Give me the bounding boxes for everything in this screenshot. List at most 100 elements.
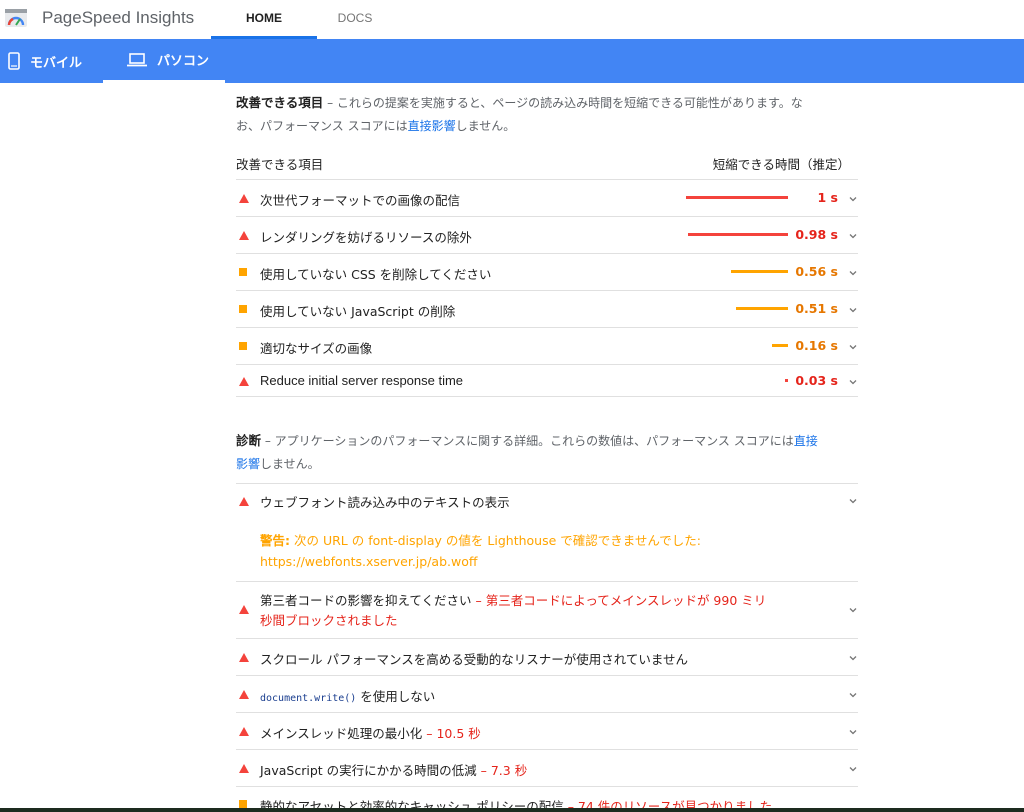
opportunity-label: Reduce initial server response time	[260, 373, 464, 388]
fail-triangle-icon	[239, 605, 249, 614]
savings-bar	[686, 196, 788, 199]
nav-tab-docs[interactable]: DOCS	[302, 0, 408, 39]
fail-triangle-icon	[239, 231, 249, 240]
opportunity-row[interactable]: レンダリングを妨げるリソースの除外 0.98 s	[236, 217, 858, 254]
diagnostic-value: – 第三者コードによってメインスレッドが 990 ミリ	[471, 593, 767, 608]
fail-triangle-icon	[239, 764, 249, 773]
fail-triangle-icon	[239, 194, 249, 203]
opportunities-column-header: 改善できる項目 短縮できる時間（推定）	[236, 145, 858, 180]
smartphone-icon	[8, 52, 20, 70]
direct-link[interactable]: 直接	[794, 434, 818, 448]
fail-triangle-icon	[239, 727, 249, 736]
impact-link[interactable]: 影響	[236, 457, 260, 471]
diagnostic-row[interactable]: ウェブフォント読み込み中のテキストの表示 警告: 次の URL の font-d…	[236, 483, 858, 582]
opportunity-row[interactable]: 適切なサイズの画像 0.16 s	[236, 328, 858, 365]
chevron-down-icon[interactable]	[848, 605, 858, 615]
diagnostic-value: – 7.3 秒	[476, 763, 528, 778]
diagnostic-value-line2: 秒間ブロックされました	[260, 613, 398, 628]
warning-text: 次の URL の font-display の値を Lighthouse で確認…	[290, 533, 701, 548]
diagnostics-desc: – アプリケーションのパフォーマンスに関する詳細。これらの数値は、パフォーマンス…	[261, 434, 794, 448]
opportunities-header: 改善できる項目 – これらの提案を実施すると、ページの読み込み時間を短縮できる可…	[236, 91, 858, 138]
chevron-down-icon[interactable]	[848, 690, 858, 700]
chevron-down-icon[interactable]	[848, 764, 858, 774]
pagespeed-logo-icon[interactable]	[4, 6, 28, 30]
diagnostic-label: スクロール パフォーマンスを高める受動的なリスナーが使用されていません	[260, 652, 688, 667]
laptop-icon	[127, 52, 147, 66]
diagnostic-row[interactable]: メインスレッド処理の最小化 – 10.5 秒	[236, 713, 858, 750]
chevron-down-icon[interactable]	[848, 727, 858, 737]
chevron-down-icon[interactable]	[848, 377, 858, 387]
bottom-edge	[0, 808, 1024, 812]
chevron-down-icon[interactable]	[848, 194, 858, 204]
savings-bar	[731, 270, 788, 273]
average-square-icon	[239, 800, 247, 808]
diagnostics-desc-suffix: しません。	[260, 457, 320, 471]
diagnostic-row[interactable]: JavaScript の実行にかかる時間の低減 – 7.3 秒	[236, 750, 858, 787]
diagnostic-label-group: JavaScript の実行にかかる時間の低減 – 7.3 秒	[260, 760, 527, 779]
savings-bar	[736, 307, 788, 310]
diagnostic-label: 第三者コードの影響を抑えてください	[260, 593, 472, 608]
warning-label: 警告:	[260, 533, 290, 548]
top-header: PageSpeed Insights HOME DOCS	[0, 0, 1024, 39]
opportunity-row[interactable]: 使用していない JavaScript の削除 0.51 s	[236, 291, 858, 328]
chevron-down-icon[interactable]	[848, 496, 858, 506]
warning-url[interactable]: https://webfonts.xserver.jp/ab.woff	[260, 554, 477, 569]
diagnostic-row[interactable]: document.write() を使用しない	[236, 676, 858, 713]
fail-triangle-icon	[239, 497, 249, 506]
savings-bar	[772, 344, 788, 347]
chevron-down-icon[interactable]	[848, 653, 858, 663]
fail-triangle-icon	[239, 377, 249, 386]
opportunity-label: レンダリングを妨げるリソースの除外	[260, 230, 472, 245]
diagnostics-title: 診断	[236, 433, 262, 448]
savings-bar	[688, 233, 788, 236]
savings-value: 0.56 s	[795, 264, 838, 279]
column-item: 改善できる項目	[236, 157, 324, 172]
average-square-icon	[239, 305, 247, 313]
savings-value: 0.98 s	[795, 227, 838, 242]
opportunities-desc-line2: お、パフォーマンス スコアには	[236, 119, 408, 133]
chevron-down-icon[interactable]	[848, 268, 858, 278]
diagnostics-header: 診断 – アプリケーションのパフォーマンスに関する詳細。これらの数値は、パフォー…	[236, 429, 858, 476]
savings-bar	[785, 379, 788, 382]
savings-value: 1 s	[817, 190, 839, 205]
opportunities-desc-suffix: しません。	[455, 119, 516, 133]
savings-value: 0.16 s	[795, 338, 838, 353]
diagnostic-label: を使用しない	[356, 689, 436, 704]
diagnostic-label: メインスレッド処理の最小化	[260, 726, 423, 741]
savings-value: 0.03 s	[795, 373, 838, 388]
chevron-down-icon[interactable]	[848, 231, 858, 241]
diagnostic-row[interactable]: 第三者コードの影響を抑えてください – 第三者コードによってメインスレッドが 9…	[236, 582, 858, 639]
opportunity-label: 次世代フォーマットでの画像の配信	[260, 193, 461, 208]
diagnostic-label-group: document.write() を使用しない	[260, 686, 435, 705]
diagnostic-row[interactable]: スクロール パフォーマンスを高める受動的なリスナーが使用されていません	[236, 639, 858, 676]
column-savings: 短縮できる時間（推定）	[712, 157, 850, 172]
document-write-code: document.write()	[260, 693, 357, 704]
opportunity-label: 適切なサイズの画像	[260, 341, 373, 356]
diagnostic-label: JavaScript の実行にかかる時間の低減	[260, 763, 477, 778]
app-title: PageSpeed Insights	[42, 8, 195, 27]
chevron-down-icon[interactable]	[848, 342, 858, 352]
opportunity-row[interactable]: Reduce initial server response time 0.03…	[236, 365, 858, 397]
device-tab-mobile[interactable]: モバイル	[8, 39, 103, 83]
savings-value: 0.51 s	[795, 301, 838, 316]
diagnostic-label-group: メインスレッド処理の最小化 – 10.5 秒	[260, 723, 481, 742]
opportunity-row[interactable]: 次世代フォーマットでの画像の配信 1 s	[236, 180, 858, 217]
opportunities-desc: – これらの提案を実施すると、ページの読み込み時間を短縮できる可能性があります。…	[323, 96, 803, 110]
device-tab-desktop[interactable]: パソコン	[103, 39, 225, 83]
chevron-down-icon[interactable]	[848, 305, 858, 315]
font-display-warning: 警告: 次の URL の font-display の値を Lighthouse…	[260, 530, 701, 572]
diagnostic-label: ウェブフォント読み込み中のテキストの表示	[260, 495, 510, 510]
device-tab-desktop-label: パソコン	[157, 54, 210, 69]
opportunity-label: 使用していない CSS を削除してください	[260, 267, 492, 282]
diagnostic-value: – 10.5 秒	[422, 726, 481, 741]
opportunity-row[interactable]: 使用していない CSS を削除してください 0.56 s	[236, 254, 858, 291]
direct-impact-link[interactable]: 直接影響	[408, 119, 456, 133]
device-tab-mobile-label: モバイル	[30, 55, 83, 71]
opportunities-title: 改善できる項目	[236, 95, 324, 110]
opportunity-label: 使用していない JavaScript の削除	[260, 304, 456, 319]
device-tabs-bar: モバイル パソコン	[0, 39, 1024, 83]
average-square-icon	[239, 268, 247, 276]
fail-triangle-icon	[239, 690, 249, 699]
fail-triangle-icon	[239, 653, 249, 662]
diagnostic-label-group: 第三者コードの影響を抑えてください – 第三者コードによってメインスレッドが 9…	[260, 591, 766, 631]
